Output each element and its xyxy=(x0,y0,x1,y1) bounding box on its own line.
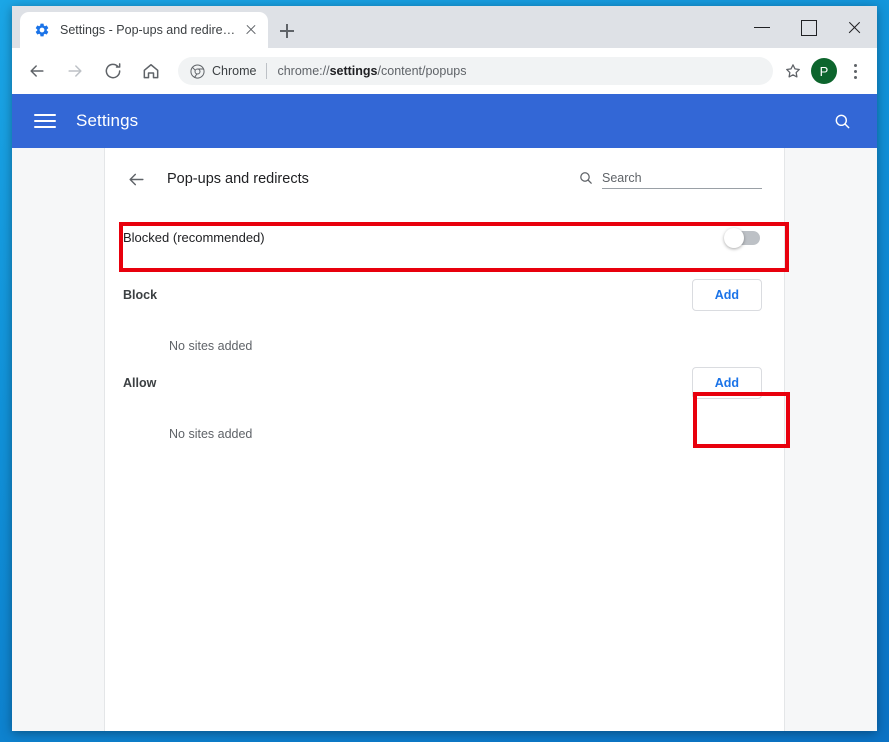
hamburger-icon[interactable] xyxy=(34,114,56,128)
allow-section: Allow Add No sites added xyxy=(105,353,784,441)
settings-header-bar: Settings xyxy=(12,94,877,148)
profile-avatar[interactable]: P xyxy=(811,58,837,84)
address-bar[interactable]: Chrome chrome://settings/content/popups xyxy=(178,57,773,85)
back-arrow-icon xyxy=(128,173,144,185)
url-text: chrome://settings/content/popups xyxy=(277,64,466,78)
blocked-toggle-label: Blocked (recommended) xyxy=(123,230,265,245)
maximize-button[interactable] xyxy=(785,6,831,48)
chrome-origin-badge: Chrome xyxy=(190,63,257,79)
search-icon xyxy=(580,171,592,184)
browser-window: Settings - Pop-ups and redirects Chrome … xyxy=(12,6,877,731)
block-section-title: Block xyxy=(123,288,158,302)
three-dot-menu-icon[interactable] xyxy=(843,57,867,85)
settings-page-body: Pop-ups and redirects Blocked (recommend… xyxy=(12,148,877,731)
omnibox-divider xyxy=(266,63,268,79)
browser-tab[interactable]: Settings - Pop-ups and redirects xyxy=(20,12,268,48)
settings-title: Settings xyxy=(76,111,139,130)
new-tab-button[interactable] xyxy=(274,18,300,44)
allow-empty-text: No sites added xyxy=(169,427,253,441)
blocked-toggle-row[interactable]: Blocked (recommended) xyxy=(105,210,784,265)
menu-dot xyxy=(853,75,857,79)
settings-search-box xyxy=(578,170,762,189)
search-input[interactable] xyxy=(602,170,762,189)
page-back-button[interactable] xyxy=(123,166,149,192)
close-tab-icon[interactable] xyxy=(242,21,260,39)
blocked-toggle-switch[interactable] xyxy=(724,227,760,248)
allow-add-button[interactable]: Add xyxy=(691,367,762,399)
url-prefix: chrome:// xyxy=(277,64,330,78)
menu-dot xyxy=(853,63,857,67)
browser-toolbar: Chrome chrome://settings/content/popups … xyxy=(12,48,877,94)
back-button[interactable] xyxy=(22,56,52,86)
page-title: Pop-ups and redirects xyxy=(167,171,309,187)
home-icon xyxy=(143,64,159,79)
home-button[interactable] xyxy=(136,56,166,86)
hamburger-line xyxy=(34,114,56,116)
settings-search-button[interactable] xyxy=(829,108,855,134)
settings-gear-icon xyxy=(35,23,49,37)
page-header-row: Pop-ups and redirects xyxy=(105,148,784,210)
block-section-header: Block Add xyxy=(123,265,762,325)
reload-icon xyxy=(105,63,121,79)
bookmark-button[interactable] xyxy=(779,57,807,85)
settings-content-card: Pop-ups and redirects Blocked (recommend… xyxy=(104,148,785,731)
block-empty-text: No sites added xyxy=(169,339,253,353)
back-icon xyxy=(30,65,44,77)
toggle-knob xyxy=(724,227,744,248)
block-add-button[interactable]: Add xyxy=(691,279,762,311)
chrome-logo-icon xyxy=(190,63,205,79)
search-icon xyxy=(835,114,849,128)
menu-dot xyxy=(853,69,857,73)
forward-button[interactable] xyxy=(60,56,90,86)
url-suffix: /content/popups xyxy=(377,64,467,78)
hamburger-line xyxy=(34,126,56,128)
hamburger-line xyxy=(34,120,56,122)
forward-icon xyxy=(68,65,82,77)
tab-title: Settings - Pop-ups and redirects xyxy=(60,23,238,37)
url-emphasis: settings xyxy=(329,64,378,78)
title-bar: Settings - Pop-ups and redirects xyxy=(12,6,877,48)
chrome-origin-label: Chrome xyxy=(212,64,257,78)
window-controls xyxy=(739,6,877,48)
close-window-button[interactable] xyxy=(831,6,877,48)
allow-section-title: Allow xyxy=(123,376,157,390)
block-section: Block Add No sites added xyxy=(105,265,784,353)
star-icon xyxy=(786,64,800,78)
reload-button[interactable] xyxy=(98,56,128,86)
minimize-button[interactable] xyxy=(739,6,785,48)
allow-section-header: Allow Add xyxy=(123,353,762,413)
